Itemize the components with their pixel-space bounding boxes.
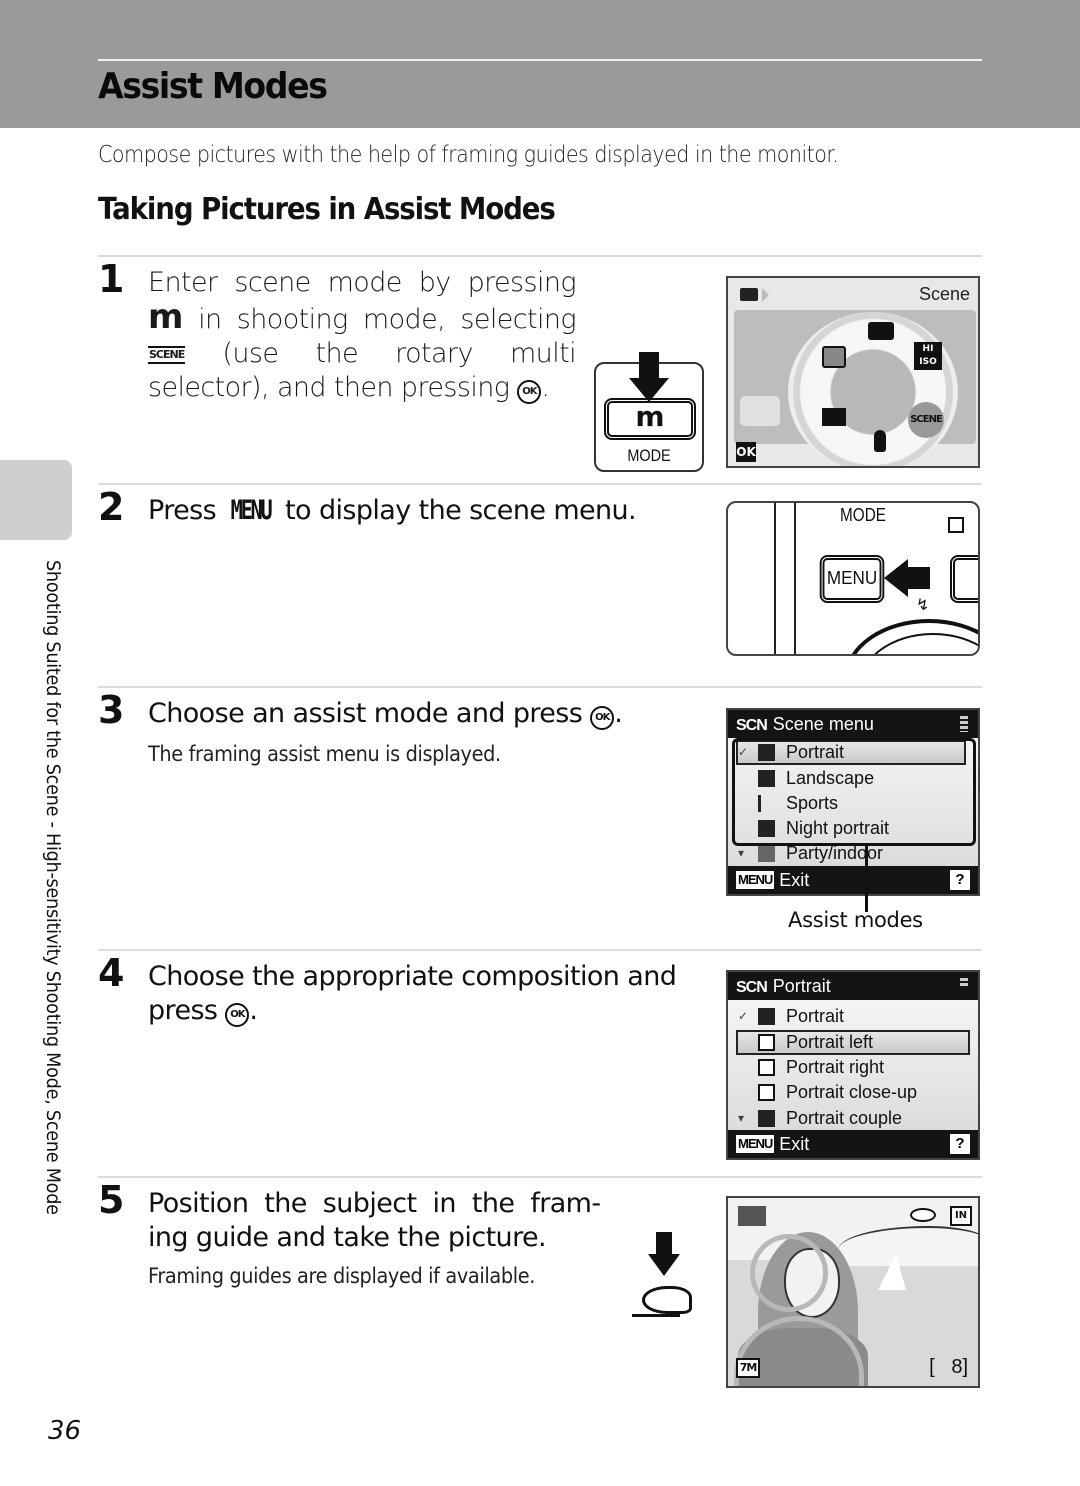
internal-memory-icon: IN bbox=[950, 1206, 972, 1226]
exposures-remaining: [ 8] bbox=[929, 1356, 968, 1378]
scene-mode-icon: SCN bbox=[736, 717, 768, 734]
lcd-title-bar: SCN Scene menu bbox=[728, 710, 978, 738]
menu-button-glyph: MENU bbox=[230, 495, 273, 526]
step-number: 1 bbox=[98, 257, 125, 301]
side-tab-text: Shooting Suited for the Scene - High-sen… bbox=[42, 560, 64, 1215]
live-view-screen: IN 7M [ 8] bbox=[726, 1196, 980, 1388]
lcd-footer: MENU Exit ? bbox=[728, 866, 978, 894]
page-title: Assist Modes bbox=[98, 66, 328, 107]
delete-button bbox=[950, 555, 978, 603]
menu-key-icon: MENU bbox=[736, 1135, 775, 1153]
menu-item[interactable]: ✓ Portrait bbox=[728, 1004, 978, 1029]
lcd-title-bar: SCN Portrait bbox=[728, 972, 978, 1000]
step-4-text: Choose the appropriate composition and p… bbox=[148, 961, 677, 1027]
voice-recording-icon bbox=[874, 430, 886, 452]
lcd-body: ✓ Portrait Portrait left Portrait right P… bbox=[728, 1000, 978, 1130]
portrait-closeup-icon bbox=[758, 1084, 775, 1101]
screen-title: Scene bbox=[918, 284, 970, 304]
menu-item[interactable]: Portrait left bbox=[728, 1030, 978, 1055]
portrait-icon bbox=[758, 1008, 775, 1025]
step-divider bbox=[98, 949, 982, 951]
setup-icon bbox=[822, 346, 846, 368]
flash-icon: ↯ bbox=[916, 595, 930, 614]
ok-button-icon: OK bbox=[517, 380, 542, 404]
scene-dial-screen: Scene HI ISO SCENE OK bbox=[726, 276, 980, 468]
menu-item[interactable]: ▾ Portrait couple bbox=[728, 1106, 978, 1131]
step-number: 2 bbox=[98, 485, 125, 529]
assist-modes-callout: Assist modes bbox=[788, 908, 923, 932]
check-icon: ✓ bbox=[738, 1009, 749, 1023]
section-title: Taking Pictures in Assist Modes bbox=[98, 192, 556, 227]
menu-key-icon: MENU bbox=[736, 871, 775, 889]
step-divider bbox=[98, 255, 982, 257]
step-5-note: Framing guides are displayed if availabl… bbox=[148, 1264, 536, 1288]
mode-button-glyph: m bbox=[148, 297, 183, 337]
step-number: 5 bbox=[98, 1178, 125, 1222]
portrait-menu-screen: SCN Portrait ✓ Portrait Portrait left Port… bbox=[726, 970, 980, 1160]
scroll-indicator bbox=[960, 978, 968, 988]
press-arrow-icon bbox=[639, 352, 659, 380]
portrait-right-icon bbox=[758, 1059, 775, 1076]
step-5-text: Position the subject in the fram- ing gu… bbox=[148, 1188, 601, 1253]
camera-mode-icon bbox=[740, 288, 758, 301]
red-eye-flash-icon bbox=[910, 1208, 936, 1222]
intro-text: Compose pictures with the help of framin… bbox=[98, 142, 839, 168]
step-number: 3 bbox=[98, 688, 125, 732]
step-divider bbox=[98, 686, 982, 688]
menu-button[interactable]: MENU bbox=[819, 555, 885, 603]
portrait-left-icon bbox=[758, 1034, 775, 1051]
step-3-text: Choose an assist mode and press OK. bbox=[148, 698, 623, 730]
movie-icon bbox=[822, 408, 846, 426]
portrait-mode-icon bbox=[738, 1206, 766, 1226]
sailboat bbox=[878, 1254, 906, 1290]
help-icon: ? bbox=[950, 1134, 970, 1154]
mode-label: MODE bbox=[627, 446, 671, 465]
mode-button[interactable]: m bbox=[604, 398, 696, 440]
hi-iso-icon: HI ISO bbox=[914, 342, 942, 370]
step-3-note: The framing assist menu is displayed. bbox=[148, 742, 501, 766]
exit-label: Exit bbox=[779, 1134, 810, 1154]
lcd-footer: MENU Exit ? bbox=[728, 1130, 978, 1158]
mode-button-figure: m MODE bbox=[594, 352, 704, 472]
press-arrow-icon bbox=[906, 567, 930, 589]
callout-line bbox=[865, 844, 868, 912]
page-number: 36 bbox=[48, 1416, 82, 1446]
step-2-text: Press MENU to display the scene menu. bbox=[148, 495, 637, 526]
step-number: 4 bbox=[98, 951, 125, 995]
scroll-down-icon: ▾ bbox=[738, 1111, 745, 1125]
step-divider bbox=[98, 1176, 982, 1178]
scroll-indicator bbox=[960, 716, 968, 732]
portrait-couple-icon bbox=[758, 1110, 775, 1127]
camera-icon bbox=[868, 322, 894, 340]
header-band bbox=[0, 0, 1080, 128]
step-1-text: Enter scene mode by pressing m in shooti… bbox=[148, 267, 577, 404]
shutter-press-icon bbox=[632, 1230, 712, 1320]
scene-menu-screen: SCN Scene menu ✓ Portrait Landscape Sports… bbox=[726, 708, 980, 896]
step-divider bbox=[98, 483, 982, 485]
scene-icon: SCENE bbox=[148, 346, 185, 364]
image-size-icon: 7M bbox=[736, 1358, 760, 1378]
background-camera-icon bbox=[740, 396, 780, 426]
scene-icon: SCENE bbox=[908, 402, 944, 438]
menu-item[interactable]: Portrait close-up bbox=[728, 1080, 978, 1105]
ok-indicator: OK bbox=[736, 442, 756, 462]
ok-button-icon: OK bbox=[225, 1003, 250, 1027]
framing-guide-head bbox=[750, 1234, 828, 1312]
header-rule bbox=[98, 59, 982, 61]
assist-modes-bracket bbox=[732, 738, 976, 846]
help-icon: ? bbox=[950, 870, 970, 890]
ok-button-icon: OK bbox=[590, 706, 615, 730]
scene-mode-icon: SCN bbox=[736, 979, 768, 996]
exit-label: Exit bbox=[779, 870, 810, 890]
side-tab bbox=[0, 460, 72, 540]
playback-button-icon bbox=[948, 517, 964, 533]
lcd-body: ✓ Portrait Landscape Sports Night portrai… bbox=[728, 738, 978, 866]
menu-item[interactable]: Portrait right bbox=[728, 1055, 978, 1080]
mode-label: MODE bbox=[840, 505, 886, 525]
camera-back-figure: MODE MENU ↯ bbox=[726, 501, 980, 656]
party-indoor-icon bbox=[758, 845, 775, 862]
